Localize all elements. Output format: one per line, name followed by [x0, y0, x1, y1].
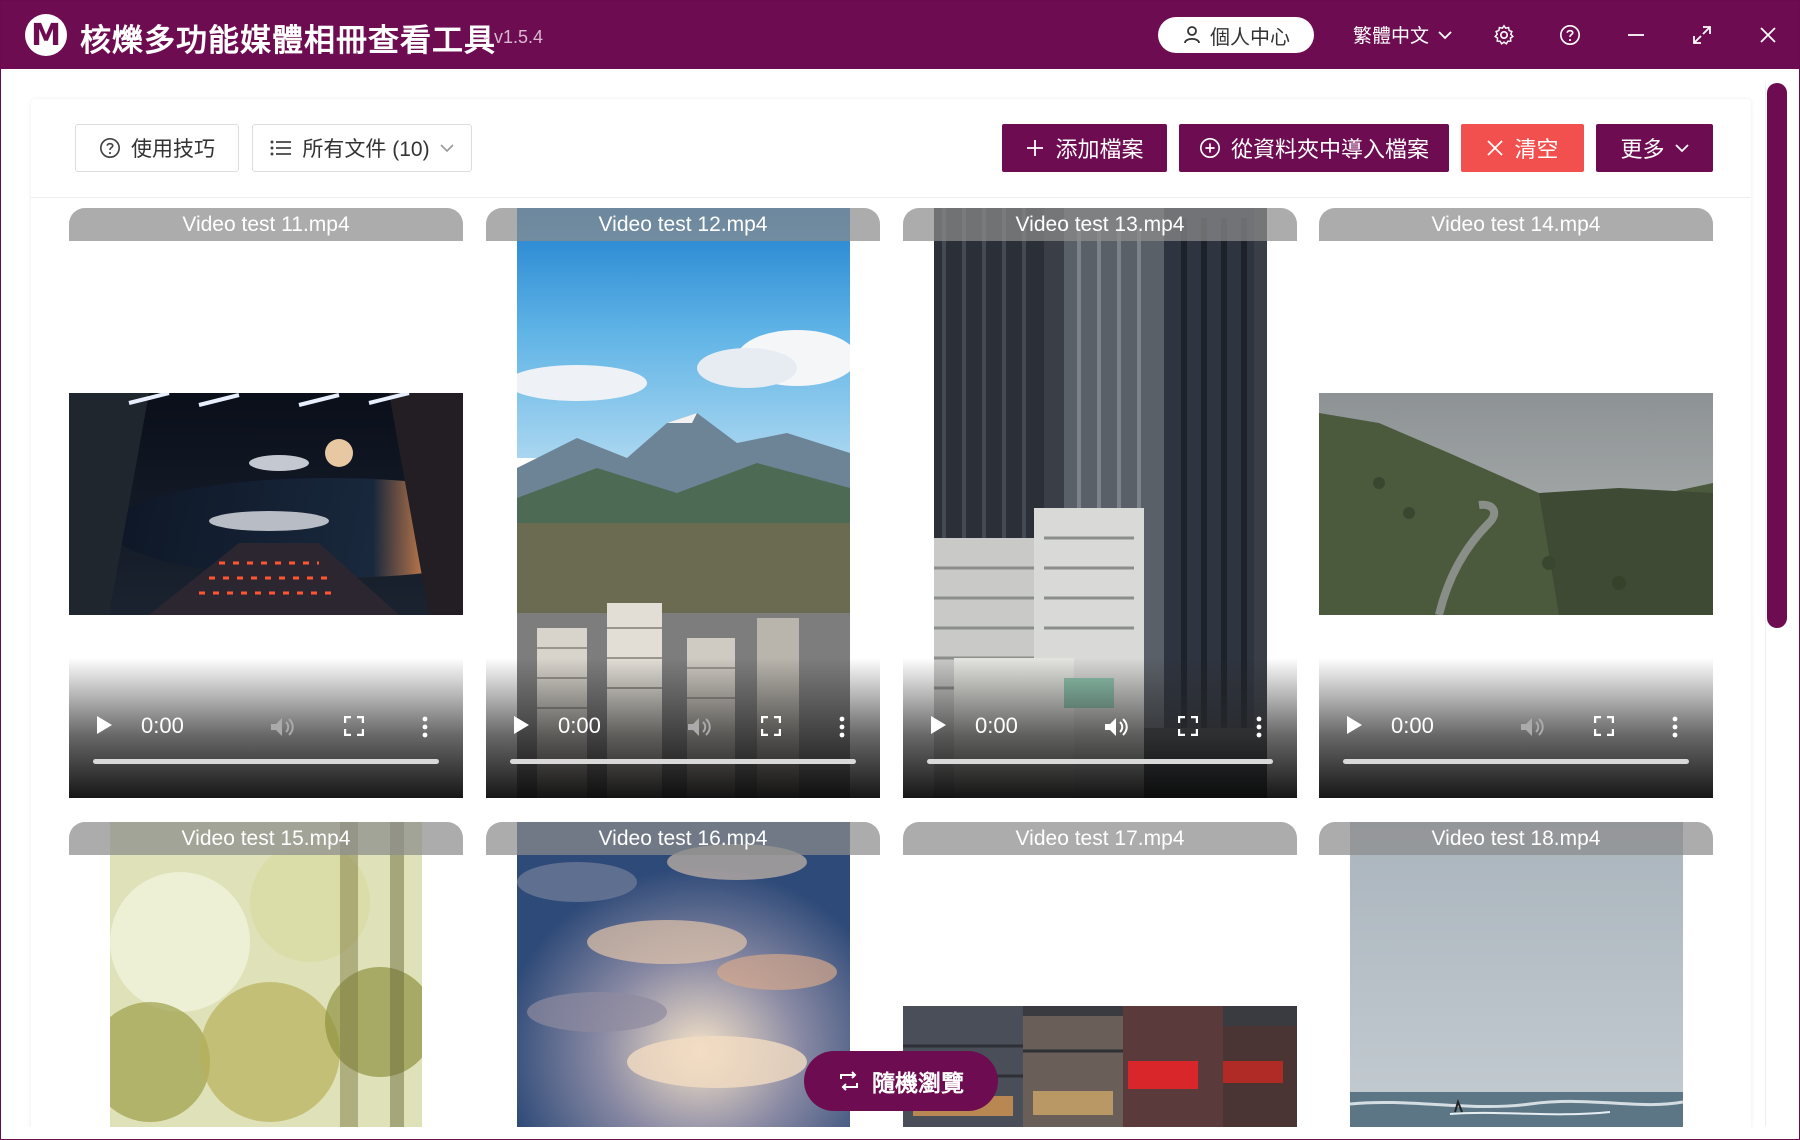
file-filter-select[interactable]: 所有文件 (10)	[252, 124, 472, 172]
app-logo: M	[25, 14, 67, 56]
clear-button[interactable]: 清空	[1461, 124, 1584, 172]
video-card[interactable]: Video test 12.mp4 0:00	[486, 208, 880, 798]
more-vertical-icon[interactable]	[1671, 716, 1679, 738]
close-button[interactable]	[1754, 21, 1782, 49]
help-icon	[100, 138, 120, 158]
shuffle-icon	[840, 1071, 858, 1091]
language-select[interactable]: 繁體中文	[1353, 21, 1453, 48]
toolbar-divider	[31, 197, 1751, 198]
help-button[interactable]	[1556, 21, 1584, 49]
video-thumbnail-forest-bokeh[interactable]	[110, 822, 422, 1127]
video-card[interactable]: Video test 13.mp4 0:00	[903, 208, 1297, 798]
close-icon	[1760, 27, 1776, 43]
video-controls: 0:00	[903, 658, 1297, 798]
more-button[interactable]: 更多	[1596, 124, 1713, 172]
volume-icon[interactable]	[1519, 716, 1545, 738]
play-icon[interactable]	[929, 715, 947, 735]
video-card[interactable]: Video test 18.mp4	[1319, 822, 1713, 1127]
video-title: Video test 14.mp4	[1319, 208, 1713, 241]
volume-icon[interactable]	[686, 716, 712, 738]
video-title: Video test 18.mp4	[1319, 822, 1713, 855]
fullscreen-icon[interactable]	[761, 716, 781, 736]
video-controls: 0:00	[1319, 658, 1713, 798]
language-label: 繁體中文	[1353, 26, 1430, 47]
video-controls: 0:00	[69, 658, 463, 798]
video-controls: 0:00	[486, 658, 880, 798]
random-browse-label: 隨機瀏覽	[872, 1070, 964, 1096]
chevron-down-icon	[1674, 143, 1689, 152]
video-time: 0:00	[1391, 713, 1434, 738]
play-icon[interactable]	[1345, 715, 1363, 735]
gear-icon	[1494, 24, 1514, 45]
volume-icon[interactable]	[1103, 716, 1129, 738]
list-icon	[270, 140, 292, 156]
add-file-label: 添加檔案	[1055, 137, 1144, 162]
volume-icon[interactable]	[269, 716, 295, 738]
settings-button[interactable]	[1490, 21, 1518, 49]
video-title: Video test 13.mp4	[903, 208, 1297, 241]
more-vertical-icon[interactable]	[838, 716, 846, 738]
add-circle-icon	[1199, 138, 1220, 158]
video-title: Video test 11.mp4	[69, 208, 463, 241]
clear-label: 清空	[1514, 137, 1559, 162]
video-thumbnail-ocean[interactable]	[1350, 822, 1683, 1127]
import-folder-button[interactable]: 從資料夾中導入檔案	[1179, 124, 1449, 172]
scrollbar-thumb[interactable]	[1767, 83, 1787, 628]
minimize-icon	[1628, 34, 1644, 36]
more-vertical-icon[interactable]	[421, 716, 429, 738]
help-icon	[1560, 25, 1580, 45]
play-icon[interactable]	[512, 715, 530, 735]
user-icon	[1184, 26, 1200, 44]
video-progress-bar[interactable]	[93, 759, 439, 764]
maximize-button[interactable]	[1688, 21, 1716, 49]
chevron-down-icon	[1438, 30, 1452, 39]
video-title: Video test 17.mp4	[903, 822, 1297, 855]
tips-label: 使用技巧	[131, 138, 215, 161]
profile-button[interactable]: 個人中心	[1158, 17, 1314, 53]
import-folder-label: 從資料夾中導入檔案	[1230, 137, 1429, 162]
fullscreen-icon[interactable]	[344, 716, 364, 736]
video-progress-bar[interactable]	[927, 759, 1273, 764]
video-title: Video test 16.mp4	[486, 822, 880, 855]
more-vertical-icon[interactable]	[1255, 716, 1263, 738]
app-title: 核爍多功能媒體相冊查看工具	[80, 23, 496, 59]
close-icon	[1487, 140, 1504, 156]
fullscreen-icon[interactable]	[1594, 716, 1614, 736]
chevron-down-icon	[440, 143, 454, 152]
bottom-edge	[1, 1127, 1799, 1139]
play-icon[interactable]	[95, 715, 113, 735]
video-progress-bar[interactable]	[510, 759, 856, 764]
video-time: 0:00	[558, 713, 601, 738]
more-label: 更多	[1620, 137, 1665, 162]
tips-button[interactable]: 使用技巧	[75, 124, 239, 172]
video-card[interactable]: Video test 11.mp4 0:00	[69, 208, 463, 798]
video-title: Video test 12.mp4	[486, 208, 880, 241]
minimize-button[interactable]	[1622, 21, 1650, 49]
app-window: M 核爍多功能媒體相冊查看工具 - v1.5.4 個人中心 繁體中文 使用技巧 …	[0, 0, 1800, 1140]
video-time: 0:00	[975, 713, 1018, 738]
video-thumbnail-cloudy-sky[interactable]	[517, 822, 850, 1127]
plus-icon	[1027, 140, 1044, 156]
profile-label: 個人中心	[1210, 26, 1290, 49]
video-card[interactable]: Video test 15.mp4	[69, 822, 463, 1127]
file-filter-label: 所有文件 (10)	[302, 138, 430, 161]
video-progress-bar[interactable]	[1343, 759, 1689, 764]
video-thumbnail-mountain-road[interactable]	[1319, 393, 1713, 615]
video-time: 0:00	[141, 713, 184, 738]
add-file-button[interactable]: 添加檔案	[1002, 124, 1167, 172]
title-bar: M 核爍多功能媒體相冊查看工具 - v1.5.4 個人中心 繁體中文	[1, 1, 1799, 69]
fullscreen-icon[interactable]	[1178, 716, 1198, 736]
video-title: Video test 15.mp4	[69, 822, 463, 855]
app-version: - v1.5.4	[483, 27, 544, 47]
video-thumbnail-space-station[interactable]	[69, 393, 463, 615]
random-browse-button[interactable]: 隨機瀏覽	[804, 1051, 998, 1111]
expand-icon	[1693, 26, 1711, 44]
video-card[interactable]: Video test 14.mp4 0:00	[1319, 208, 1713, 798]
